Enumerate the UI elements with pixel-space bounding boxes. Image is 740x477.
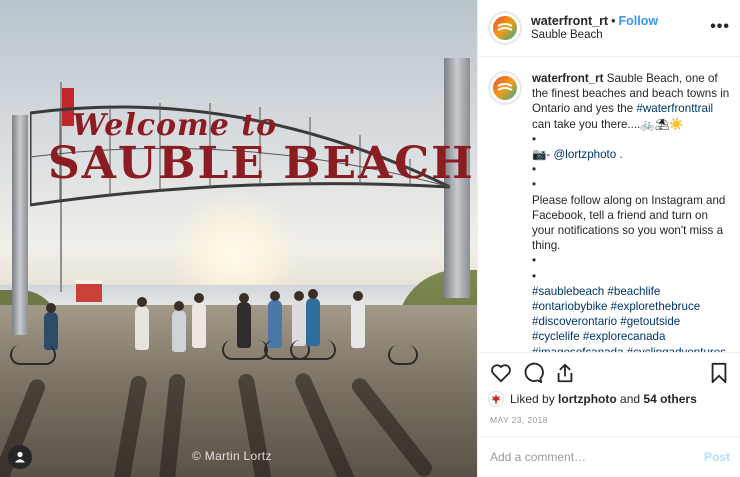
comment-icon[interactable] — [522, 362, 544, 384]
mention-link[interactable]: @lortzphoto — [554, 148, 617, 161]
caption-bullet: • — [532, 163, 537, 177]
post-side-panel: waterfront_rt • Follow Sauble Beach ••• wa… — [477, 0, 740, 477]
separator-dot: • — [611, 14, 616, 28]
post-date[interactable]: MAY 23, 2018 — [490, 415, 548, 425]
bicycle — [290, 340, 336, 360]
caption-bullet: • — [532, 269, 537, 283]
bicycle — [10, 345, 56, 365]
header-username[interactable]: waterfront_rt — [531, 14, 608, 28]
maple-leaf-icon — [491, 394, 501, 404]
follow-button[interactable]: Follow — [618, 14, 658, 28]
waterfront-logo-icon — [497, 83, 513, 91]
cyclist — [135, 297, 149, 350]
hashtag-link[interactable]: #waterfronttrail — [636, 102, 713, 115]
cyclist — [351, 291, 365, 348]
camera-credit: 📷- — [532, 148, 551, 162]
avatar[interactable] — [488, 11, 522, 45]
others-likes-link[interactable]: 54 others — [643, 392, 696, 406]
caption-line: can take you there....🚲⛱☀️ — [532, 117, 684, 131]
caption-username[interactable]: waterfront_rt — [532, 72, 604, 85]
caption-bullet: • — [532, 254, 537, 268]
cyclist — [192, 293, 206, 348]
comment-input[interactable] — [490, 450, 704, 464]
sign-beach-name: SAUBLE BEACH — [48, 138, 475, 189]
post-button[interactable]: Post — [704, 450, 730, 464]
caption-section: waterfront_rt Sauble Beach, one of the f… — [478, 57, 740, 353]
cyclist — [172, 301, 186, 352]
bicycle — [388, 345, 418, 365]
person-icon — [15, 451, 25, 463]
caption-bullet: • — [532, 178, 537, 192]
post-header: waterfront_rt • Follow Sauble Beach ••• — [478, 0, 740, 57]
bicycle — [222, 340, 268, 360]
caption-text: waterfront_rt Sauble Beach, one of the f… — [532, 71, 730, 352]
likes-summary: Liked by lortzphoto and 54 others — [488, 391, 697, 407]
comment-box: Post — [478, 436, 740, 477]
liker-avatar[interactable] — [488, 391, 504, 407]
share-icon[interactable] — [554, 362, 576, 384]
tagged-users-button[interactable] — [8, 445, 32, 469]
waterfront-logo-icon — [497, 23, 513, 31]
hashtag-list[interactable]: #saublebeach #beachlife #ontariobybike #… — [532, 284, 730, 352]
photo-watermark: © Martin Lortz — [192, 449, 272, 463]
liker-username[interactable]: lortzphoto — [558, 392, 617, 406]
bookmark-icon[interactable] — [708, 362, 730, 384]
post-photo[interactable]: Welcome to SAUBLE BEACH © Martin Lortz — [0, 0, 477, 477]
booth — [76, 280, 102, 302]
credit-suffix: . — [619, 148, 623, 162]
cyclist — [306, 289, 320, 346]
action-bar — [488, 360, 730, 388]
caption-bullet: • — [532, 132, 537, 146]
heart-icon[interactable] — [490, 362, 512, 384]
more-options-icon[interactable]: ••• — [710, 18, 730, 36]
location-link[interactable]: Sauble Beach — [531, 28, 658, 42]
caption-paragraph: Please follow along on Instagram and Fac… — [532, 193, 726, 253]
liked-conj: and — [620, 392, 641, 406]
avatar[interactable] — [488, 71, 522, 105]
sign-pole-left — [12, 115, 28, 335]
liked-by-label: Liked by — [510, 392, 555, 406]
